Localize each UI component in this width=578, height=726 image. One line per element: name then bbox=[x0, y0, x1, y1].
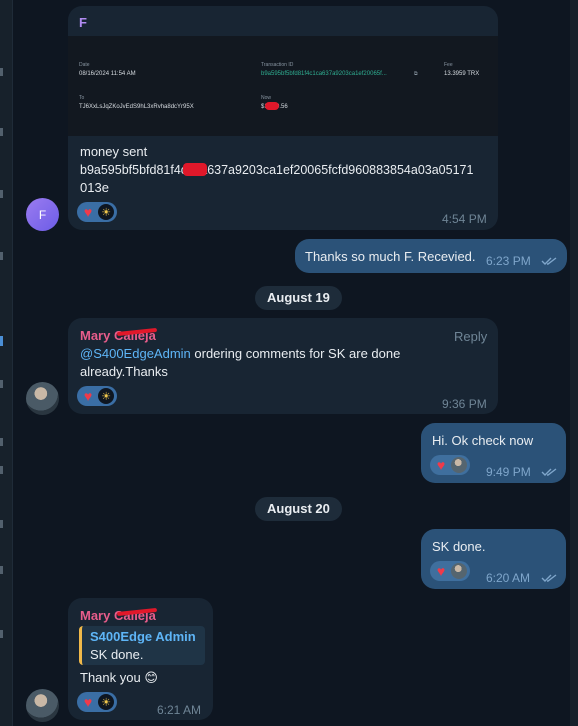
scroll-marker bbox=[0, 566, 3, 574]
scroll-marker bbox=[0, 438, 3, 446]
date-separator: August 20 bbox=[255, 497, 342, 521]
heart-reaction-icon[interactable]: ♥ bbox=[80, 694, 96, 710]
receipt-image[interactable]: Date 08/16/2024 11:54 AM Transaction ID … bbox=[68, 36, 498, 136]
receipt-fee: 13.3959 TRX bbox=[444, 71, 480, 77]
message-text: b9a595bf5bfd81f4c1ca637a9203ca1ef20065fc… bbox=[80, 163, 474, 177]
sun-emoji-reaction-icon[interactable]: ☀ bbox=[98, 388, 114, 404]
scroll-marker bbox=[0, 190, 3, 198]
receipt-txid: b9a595bf5bfd81f4c1ca637a9203ca1ef20065f.… bbox=[261, 71, 387, 77]
reaction-bar[interactable]: ♥ bbox=[430, 455, 470, 475]
receipt-txid-label: Transaction ID bbox=[261, 62, 294, 68]
smile-emoji-icon: 😊 bbox=[144, 670, 158, 685]
scroll-marker bbox=[0, 520, 3, 528]
reactor-avatar-icon bbox=[451, 457, 467, 473]
quoted-sender: S400Edge Admin bbox=[90, 629, 196, 644]
reply-button[interactable]: Reply bbox=[454, 329, 487, 344]
scroll-marker bbox=[0, 466, 3, 474]
heart-reaction-icon[interactable]: ♥ bbox=[433, 457, 449, 473]
mention-link[interactable]: @S400EdgeAdmin bbox=[80, 346, 191, 361]
read-checkmarks-icon bbox=[541, 257, 557, 265]
reaction-bar[interactable]: ♥ ☀ bbox=[77, 692, 117, 712]
sun-emoji-reaction-icon[interactable]: ☀ bbox=[98, 204, 114, 220]
quoted-text: SK done. bbox=[90, 647, 144, 662]
message-text: SK done. bbox=[432, 539, 486, 554]
date-separator: August 19 bbox=[255, 286, 342, 310]
quoted-reply[interactable]: S400Edge Admin SK done. bbox=[79, 626, 205, 665]
receipt-now-label: Now bbox=[261, 95, 272, 101]
chat-list-edge bbox=[0, 0, 13, 726]
redaction-mark bbox=[265, 102, 279, 110]
receipt-date-label: Date bbox=[79, 62, 90, 68]
message-text: money sent bbox=[80, 144, 148, 159]
heart-reaction-icon[interactable]: ♥ bbox=[433, 563, 449, 579]
message-text: Thank you 😊 bbox=[80, 669, 158, 687]
receipt-to-label: To bbox=[79, 95, 85, 101]
heart-reaction-icon[interactable]: ♥ bbox=[80, 204, 96, 220]
message-text: @S400EdgeAdmin ordering comments for SK … bbox=[80, 345, 490, 363]
avatar[interactable]: F bbox=[26, 198, 59, 231]
heart-reaction-icon[interactable]: ♥ bbox=[80, 388, 96, 404]
message-time: 6:21 AM bbox=[157, 703, 202, 717]
message-time: 6:23 PM bbox=[486, 254, 531, 268]
message-time: 9:36 PM bbox=[442, 397, 487, 411]
message-text: Thanks so much F. Recevied. bbox=[305, 249, 476, 264]
receipt-date: 08/16/2024 11:54 AM bbox=[79, 71, 136, 77]
scroll-marker bbox=[0, 336, 3, 346]
scrollbar-track[interactable] bbox=[570, 0, 578, 726]
scroll-marker bbox=[0, 252, 3, 260]
scroll-marker bbox=[0, 68, 3, 76]
scroll-marker bbox=[0, 630, 3, 638]
image-caption-header: F bbox=[79, 15, 87, 30]
reactor-avatar-icon bbox=[451, 563, 467, 579]
scroll-marker bbox=[0, 380, 3, 388]
message-time: 6:20 AM bbox=[486, 571, 531, 585]
sun-emoji-reaction-icon[interactable]: ☀ bbox=[98, 694, 114, 710]
reaction-bar[interactable]: ♥ ☀ bbox=[77, 202, 117, 222]
message-text-part: Thank you bbox=[80, 670, 141, 685]
receipt-to: TJ6XxLsJqZKoJvEdS9hL3xRvha8dcYr95X bbox=[79, 104, 194, 110]
redaction-mark bbox=[183, 163, 207, 176]
copy-icon: ⧉ bbox=[414, 71, 418, 77]
receipt-fee-label: Fee bbox=[444, 62, 453, 68]
message-time: 4:54 PM bbox=[442, 212, 487, 226]
scroll-marker bbox=[0, 128, 3, 136]
message-text: already.Thanks bbox=[80, 364, 168, 379]
read-checkmarks-icon bbox=[541, 468, 557, 476]
reaction-bar[interactable]: ♥ ☀ bbox=[77, 386, 117, 406]
message-text-part: ordering comments for SK are done bbox=[190, 346, 401, 361]
message-text: 013e bbox=[80, 180, 109, 195]
read-checkmarks-icon bbox=[541, 574, 557, 582]
reaction-bar[interactable]: ♥ bbox=[430, 561, 470, 581]
message-time: 9:49 PM bbox=[486, 465, 531, 479]
message-text: Hi. Ok check now bbox=[432, 433, 534, 448]
avatar[interactable] bbox=[26, 689, 59, 722]
avatar[interactable] bbox=[26, 382, 59, 415]
